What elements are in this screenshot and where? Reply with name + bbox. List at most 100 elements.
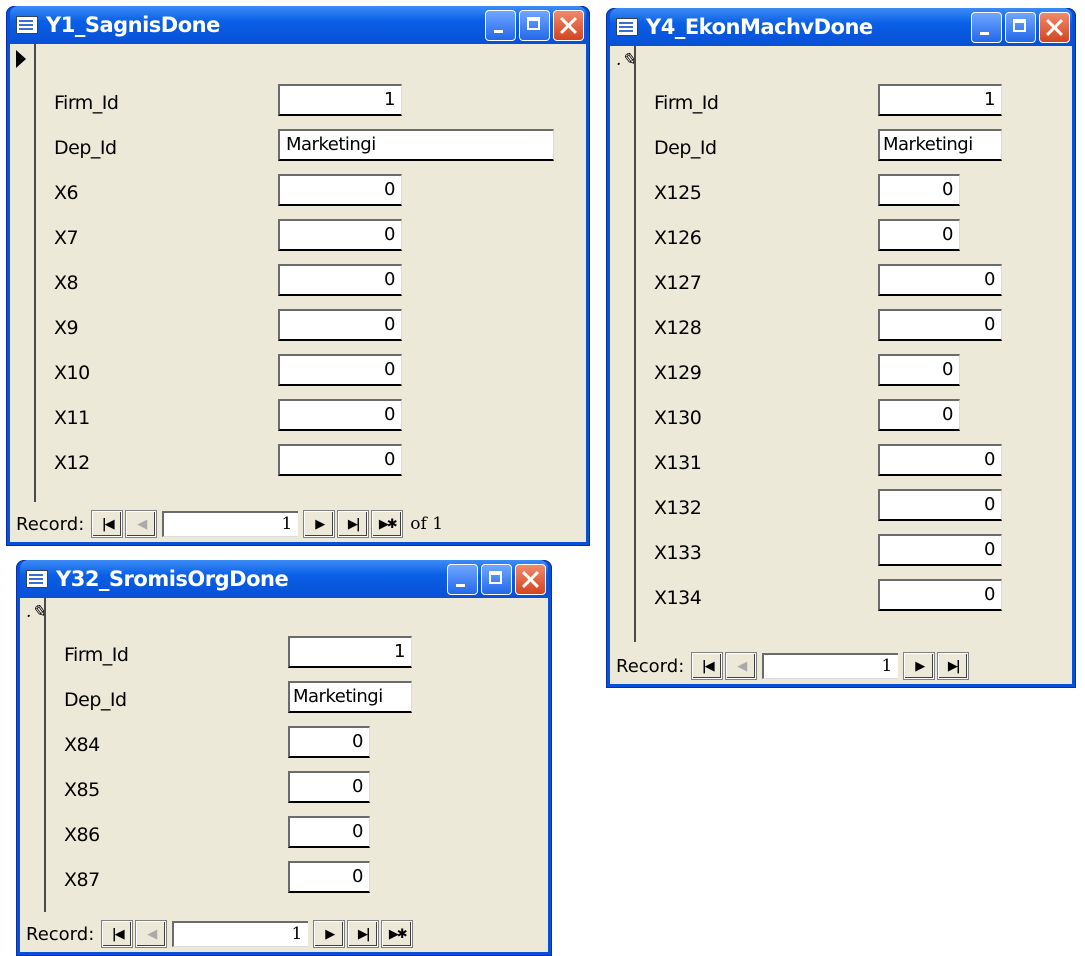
record-selector[interactable]: .✎ (610, 46, 636, 642)
previous-record-button[interactable]: ◀ (125, 510, 158, 538)
field-label: Firm_Id (64, 644, 129, 666)
dep-id-field[interactable]: Marketingi (288, 681, 412, 713)
firm-id-field[interactable]: 1 (878, 84, 1002, 116)
record-count: of 1 (410, 514, 444, 534)
record-selector[interactable]: .✎ (20, 598, 46, 912)
field-label: X131 (654, 452, 702, 474)
field-label: X134 (654, 587, 702, 609)
current-record-field[interactable]: 1 (762, 653, 899, 679)
form-body: .✎ Firm_Id 1 Dep_Id Marketingi X84 0 X85… (20, 598, 548, 952)
x10-field[interactable]: 0 (278, 354, 402, 386)
x128-field[interactable]: 0 (878, 309, 1002, 341)
field-label: X6 (54, 182, 79, 204)
record-navigation-bar: Record: |◀ ◀ 1 ▶ ▶| ▶✱ (20, 916, 548, 952)
close-button[interactable] (1039, 11, 1070, 43)
field-label: Dep_Id (654, 137, 717, 159)
window-y4-ekonmachvdone: Y4_EkonMachvDone .✎ Firm_Id 1 Dep_Id Mar… (606, 8, 1076, 688)
field-label: X127 (654, 272, 702, 294)
field-label: X129 (654, 362, 702, 384)
field-label: X84 (64, 734, 100, 756)
field-label: X85 (64, 779, 100, 801)
form-icon[interactable] (616, 18, 638, 36)
x129-field[interactable]: 0 (878, 354, 960, 386)
maximize-button[interactable] (481, 563, 512, 595)
title-bar[interactable]: Y4_EkonMachvDone (610, 8, 1072, 46)
x84-field[interactable]: 0 (288, 726, 370, 758)
x9-field[interactable]: 0 (278, 309, 402, 341)
first-record-button[interactable]: |◀ (101, 920, 134, 948)
x127-field[interactable]: 0 (878, 264, 1002, 296)
x134-field[interactable]: 0 (878, 579, 1002, 611)
x8-field[interactable]: 0 (278, 264, 402, 296)
next-record-button[interactable]: ▶ (313, 920, 346, 948)
field-label: X132 (654, 497, 702, 519)
x133-field[interactable]: 0 (878, 534, 1002, 566)
record-navigation-bar: Record: |◀ ◀ 1 ▶ ▶| (610, 648, 1072, 684)
x7-field[interactable]: 0 (278, 219, 402, 251)
record-selector-arrow-icon (16, 50, 26, 68)
previous-record-button[interactable]: ◀ (725, 652, 758, 680)
x130-field[interactable]: 0 (878, 399, 960, 431)
form-icon[interactable] (16, 16, 38, 34)
title-bar[interactable]: Y32_SromisOrgDone (20, 560, 548, 598)
field-label: X7 (54, 227, 79, 249)
field-label: X9 (54, 317, 79, 339)
x131-field[interactable]: 0 (878, 444, 1002, 476)
x11-field[interactable]: 0 (278, 399, 402, 431)
current-record-field[interactable]: 1 (162, 511, 299, 537)
firm-id-field[interactable]: 1 (288, 636, 412, 668)
dep-id-field[interactable]: Marketingi (878, 129, 1002, 161)
dep-id-field[interactable]: Marketingi (278, 129, 554, 161)
field-label: X128 (654, 317, 702, 339)
pencil-icon: .✎ (26, 602, 46, 622)
field-label: Firm_Id (54, 92, 119, 114)
first-record-button[interactable]: |◀ (691, 652, 724, 680)
new-record-button[interactable]: ▶✱ (381, 920, 414, 948)
record-label: Record: (16, 513, 85, 535)
minimize-button[interactable] (447, 563, 478, 595)
field-label: X126 (654, 227, 702, 249)
previous-record-button[interactable]: ◀ (135, 920, 168, 948)
form-body: Firm_Id 1 Dep_Id Marketingi X6 0 X7 0 X8… (10, 44, 586, 542)
maximize-button[interactable] (1005, 11, 1036, 43)
x126-field[interactable]: 0 (878, 219, 960, 251)
form-icon[interactable] (26, 570, 48, 588)
field-label: X86 (64, 824, 100, 846)
firm-id-field[interactable]: 1 (278, 84, 402, 116)
x12-field[interactable]: 0 (278, 444, 402, 476)
x125-field[interactable]: 0 (878, 174, 960, 206)
form-body: .✎ Firm_Id 1 Dep_Id Marketingi X125 0 X1… (610, 46, 1072, 684)
window-title: Y4_EkonMachvDone (646, 15, 873, 39)
minimize-button[interactable] (485, 9, 516, 41)
title-bar[interactable]: Y1_SagnisDone (10, 6, 586, 44)
record-selector[interactable] (10, 44, 36, 502)
x87-field[interactable]: 0 (288, 861, 370, 893)
field-label: Dep_Id (54, 137, 117, 159)
x132-field[interactable]: 0 (878, 489, 1002, 521)
close-button[interactable] (515, 563, 546, 595)
next-record-button[interactable]: ▶ (303, 510, 336, 538)
current-record-field[interactable]: 1 (172, 921, 309, 947)
window-y1-sagnisdone: Y1_SagnisDone Firm_Id 1 Dep_Id Marketing… (6, 6, 590, 546)
window-title: Y32_SromisOrgDone (56, 567, 289, 591)
last-record-button[interactable]: ▶| (937, 652, 970, 680)
last-record-button[interactable]: ▶| (347, 920, 380, 948)
field-label: X133 (654, 542, 702, 564)
first-record-button[interactable]: |◀ (91, 510, 124, 538)
pencil-icon: .✎ (616, 50, 636, 70)
x86-field[interactable]: 0 (288, 816, 370, 848)
new-record-button[interactable]: ▶✱ (371, 510, 404, 538)
maximize-button[interactable] (519, 9, 550, 41)
minimize-button[interactable] (971, 11, 1002, 43)
field-label: X10 (54, 362, 90, 384)
field-label: X8 (54, 272, 79, 294)
last-record-button[interactable]: ▶| (337, 510, 370, 538)
record-label: Record: (616, 655, 685, 677)
x6-field[interactable]: 0 (278, 174, 402, 206)
field-label: X11 (54, 407, 90, 429)
record-navigation-bar: Record: |◀ ◀ 1 ▶ ▶| ▶✱ of 1 (10, 506, 586, 542)
next-record-button[interactable]: ▶ (903, 652, 936, 680)
x85-field[interactable]: 0 (288, 771, 370, 803)
close-button[interactable] (553, 9, 584, 41)
field-label: Dep_Id (64, 689, 127, 711)
